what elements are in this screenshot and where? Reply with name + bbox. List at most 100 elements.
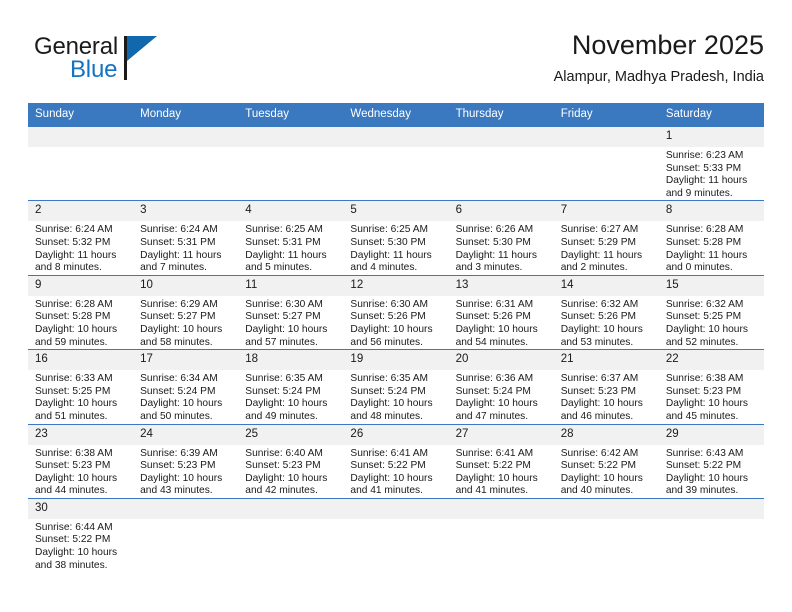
day-number: 30 — [28, 498, 134, 519]
daylight-text: Daylight: 11 hours and 3 minutes. — [455, 249, 537, 274]
sunrise-text: Sunrise: 6:23 AM — [665, 150, 744, 161]
day-number — [133, 127, 239, 147]
title-block: November 2025 Alampur, Madhya Pradesh, I… — [554, 28, 764, 88]
day-number: 3 — [133, 201, 239, 222]
sunrise-text: Sunrise: 6:27 AM — [560, 224, 639, 236]
day-details: Sunrise: 6:37 AM Sunset: 5:23 PM Daylight:… — [554, 370, 659, 423]
calendar-day-cell[interactable]: 10 Sunrise: 6:29 AM Sunset: 5:27 PM Dayligh… — [133, 274, 239, 350]
calendar-day-cell[interactable]: 19 Sunrise: 6:35 AM Sunset: 5:24 PM Dayligh… — [343, 349, 449, 424]
calendar-empty-cell — [28, 125, 134, 201]
sunrise-text: Sunrise: 6:41 AM — [455, 447, 534, 459]
day-details: Sunrise: 6:43 AM Sunset: 5:22 PM Daylight:… — [659, 445, 764, 498]
calendar-day-cell[interactable]: 12 Sunrise: 6:30 AM Sunset: 5:26 PM Dayligh… — [343, 274, 449, 350]
calendar-empty-cell — [658, 497, 764, 573]
day-number: 21 — [553, 350, 659, 371]
daylight-text: Daylight: 10 hours and 39 minutes. — [665, 472, 748, 497]
weekday-header-saturday: Saturday — [658, 103, 764, 127]
sunset-text: Sunset: 5:25 PM — [665, 311, 742, 323]
sunrise-text: Sunrise: 6:35 AM — [245, 373, 323, 385]
daylight-text: Daylight: 10 hours and 38 minutes. — [35, 547, 118, 571]
sunrise-text: Sunrise: 6:25 AM — [245, 224, 323, 236]
sunrise-text: Sunrise: 6:35 AM — [350, 373, 429, 385]
sunrise-text: Sunrise: 6:41 AM — [350, 447, 429, 459]
calendar-body: 1 Sunrise: 6:23 AM Sunset: 5:33 PM Daylight… — [28, 125, 764, 573]
day-number: 23 — [28, 424, 134, 445]
sunset-text: Sunset: 5:27 PM — [245, 311, 321, 323]
daylight-text: Daylight: 10 hours and 51 minutes. — [35, 398, 118, 422]
calendar-day-cell[interactable]: 24 Sunrise: 6:39 AM Sunset: 5:23 PM Dayligh… — [133, 423, 239, 499]
calendar-day-cell[interactable]: 22 Sunrise: 6:38 AM Sunset: 5:23 PM Dayligh… — [658, 349, 764, 424]
day-number: 8 — [658, 201, 764, 222]
sunset-text: Sunset: 5:22 PM — [455, 460, 531, 472]
calendar-day-cell[interactable]: 3 Sunrise: 6:24 AM Sunset: 5:31 PM Daylight… — [133, 200, 239, 276]
calendar-empty-cell — [238, 497, 344, 573]
calendar-day-cell[interactable]: 15 Sunrise: 6:32 AM Sunset: 5:25 PM Dayligh… — [658, 274, 764, 350]
sunset-text: Sunset: 5:30 PM — [455, 236, 531, 248]
calendar-day-cell[interactable]: 17 Sunrise: 6:34 AM Sunset: 5:24 PM Dayligh… — [133, 349, 239, 424]
sunset-text: Sunset: 5:31 PM — [140, 236, 216, 248]
day-number: 25 — [238, 424, 344, 445]
calendar-day-cell[interactable]: 8 Sunrise: 6:28 AM Sunset: 5:28 PM Daylight… — [658, 200, 764, 276]
day-details: Sunrise: 6:36 AM Sunset: 5:24 PM Daylight:… — [449, 370, 554, 423]
calendar-day-cell[interactable]: 16 Sunrise: 6:33 AM Sunset: 5:25 PM Dayligh… — [28, 349, 134, 424]
day-number — [448, 127, 554, 147]
calendar-day-cell[interactable]: 30 Sunrise: 6:44 AM Sunset: 5:22 PM Dayligh… — [28, 497, 134, 573]
sunrise-text: Sunrise: 6:38 AM — [665, 373, 744, 385]
calendar-day-cell[interactable]: 29 Sunrise: 6:43 AM Sunset: 5:22 PM Dayligh… — [658, 423, 764, 499]
sunrise-text: Sunrise: 6:36 AM — [455, 373, 534, 385]
day-details: Sunrise: 6:25 AM Sunset: 5:30 PM Daylight:… — [343, 221, 448, 274]
calendar-day-cell[interactable]: 14 Sunrise: 6:32 AM Sunset: 5:26 PM Dayligh… — [553, 274, 659, 350]
day-number: 27 — [448, 424, 554, 445]
daylight-text: Daylight: 10 hours and 59 minutes. — [35, 323, 118, 348]
day-number: 26 — [343, 424, 449, 445]
daylight-text: Daylight: 11 hours and 8 minutes. — [35, 249, 117, 274]
calendar-day-cell[interactable]: 11 Sunrise: 6:30 AM Sunset: 5:27 PM Dayligh… — [238, 274, 344, 350]
page-subtitle: Alampur, Madhya Pradesh, India — [553, 69, 764, 85]
day-number: 7 — [553, 201, 659, 222]
calendar-day-cell[interactable]: 2 Sunrise: 6:24 AM Sunset: 5:32 PM Daylight… — [28, 200, 134, 276]
calendar-day-cell[interactable]: 20 Sunrise: 6:36 AM Sunset: 5:24 PM Dayligh… — [448, 349, 554, 424]
day-number: 10 — [133, 275, 239, 296]
day-number: 14 — [553, 275, 659, 296]
calendar-day-cell[interactable]: 9 Sunrise: 6:28 AM Sunset: 5:28 PM Daylight… — [28, 274, 134, 350]
brand-logo[interactable]: General Blue — [34, 34, 214, 90]
calendar-day-cell[interactable]: 7 Sunrise: 6:27 AM Sunset: 5:29 PM Daylight… — [553, 200, 659, 276]
day-number — [448, 498, 554, 519]
sunrise-text: Sunrise: 6:24 AM — [35, 224, 113, 236]
sunset-text: Sunset: 5:30 PM — [350, 236, 426, 248]
calendar-day-cell[interactable]: 6 Sunrise: 6:26 AM Sunset: 5:30 PM Daylight… — [448, 200, 554, 276]
weekday-header-tuesday: Tuesday — [238, 103, 344, 127]
calendar-day-cell[interactable]: 18 Sunrise: 6:35 AM Sunset: 5:24 PM Dayligh… — [238, 349, 344, 424]
calendar-day-cell[interactable]: 25 Sunrise: 6:40 AM Sunset: 5:23 PM Dayligh… — [238, 423, 344, 499]
calendar-day-cell[interactable]: 26 Sunrise: 6:41 AM Sunset: 5:22 PM Dayligh… — [343, 423, 449, 499]
calendar-day-cell[interactable]: 5 Sunrise: 6:25 AM Sunset: 5:30 PM Daylight… — [343, 200, 449, 276]
daylight-text: Daylight: 10 hours and 58 minutes. — [140, 323, 223, 348]
calendar-day-cell[interactable]: 21 Sunrise: 6:37 AM Sunset: 5:23 PM Dayligh… — [553, 349, 659, 424]
calendar-header-row: Sunday Monday Tuesday Wednesday Thursday… — [28, 103, 764, 127]
sunrise-text: Sunrise: 6:32 AM — [665, 298, 744, 310]
sunset-text: Sunset: 5:23 PM — [245, 460, 321, 472]
calendar-day-cell[interactable]: 23 Sunrise: 6:38 AM Sunset: 5:23 PM Dayligh… — [28, 423, 134, 499]
day-details: Sunrise: 6:31 AM Sunset: 5:26 PM Daylight:… — [449, 296, 554, 349]
sunrise-text: Sunrise: 6:25 AM — [350, 224, 429, 236]
daylight-text: Daylight: 10 hours and 48 minutes. — [350, 398, 433, 422]
day-number: 4 — [238, 201, 344, 222]
calendar-day-cell[interactable]: 13 Sunrise: 6:31 AM Sunset: 5:26 PM Dayligh… — [448, 274, 554, 350]
calendar-empty-cell — [133, 125, 239, 201]
calendar-day-cell[interactable]: 27 Sunrise: 6:41 AM Sunset: 5:22 PM Dayligh… — [448, 423, 554, 499]
sunrise-text: Sunrise: 6:40 AM — [245, 447, 323, 459]
daylight-text: Daylight: 10 hours and 45 minutes. — [665, 398, 748, 422]
weekday-header-thursday: Thursday — [448, 103, 554, 127]
day-number: 5 — [343, 201, 449, 222]
sunset-text: Sunset: 5:26 PM — [455, 311, 531, 323]
calendar-day-cell[interactable]: 28 Sunrise: 6:42 AM Sunset: 5:22 PM Dayligh… — [553, 423, 659, 499]
calendar-day-cell[interactable]: 1 Sunrise: 6:23 AM Sunset: 5:33 PM Daylight… — [658, 125, 764, 201]
day-details: Sunrise: 6:41 AM Sunset: 5:22 PM Daylight:… — [449, 445, 554, 498]
sunset-text: Sunset: 5:23 PM — [665, 385, 742, 397]
day-details: Sunrise: 6:35 AM Sunset: 5:24 PM Daylight:… — [238, 370, 343, 423]
sunrise-text: Sunrise: 6:44 AM — [35, 521, 113, 533]
day-details: Sunrise: 6:38 AM Sunset: 5:23 PM Daylight:… — [28, 445, 133, 498]
calendar-day-cell[interactable]: 4 Sunrise: 6:25 AM Sunset: 5:31 PM Daylight… — [238, 200, 344, 276]
calendar-empty-cell — [133, 497, 239, 573]
daylight-text: Daylight: 10 hours and 52 minutes. — [665, 323, 748, 348]
